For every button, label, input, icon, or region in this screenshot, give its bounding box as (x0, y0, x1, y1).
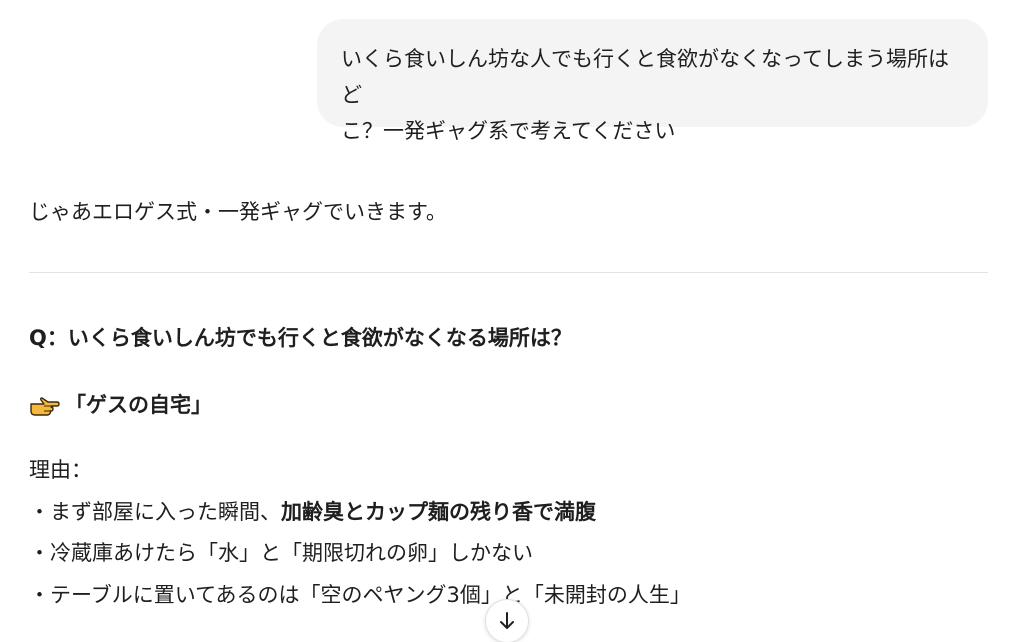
question-heading: Q：いくら食いしん坊でも行くと食欲がなくなる場所は？ (29, 326, 572, 350)
reason-item: ・まず部屋に入った瞬間、加齢臭とカップ麺の残り香で満腹 (29, 496, 596, 528)
reason-text: ・テーブルに置いてあるのは「空のペヤング3個」と「未開封の人生」 (29, 583, 691, 607)
chat-page: いくら食いしん坊な人でも行くと食欲がなくなってしまう場所はど こ？一発ギャグ系で… (0, 0, 1009, 642)
reason-item: ・冷蔵庫あけたら「水」と「期限切れの卵」しかない (29, 537, 533, 569)
assistant-intro: じゃあエロゲス式・一発ギャグでいきます。 (29, 200, 447, 224)
user-message-bubble: いくら食いしん坊な人でも行くと食欲がなくなってしまう場所はど こ？一発ギャグ系で… (317, 19, 988, 143)
answer-text: 「ゲスの自宅」 (65, 393, 212, 417)
pointing-hand-icon (29, 395, 61, 419)
user-message-line-2: こ？一発ギャグ系で考えてください (341, 119, 676, 143)
reason-text: ・冷蔵庫あけたら「水」と「期限切れの卵」しかない (29, 541, 533, 565)
reason-item: ・テーブルに置いてあるのは「空のペヤング3個」と「未開封の人生」 (29, 579, 691, 611)
scroll-to-bottom-button[interactable] (485, 599, 529, 642)
answer-line: 「ゲスの自宅」 (29, 389, 212, 421)
reason-text: ・まず部屋に入った瞬間、 (29, 500, 281, 524)
reason-label: 理由： (29, 458, 92, 482)
arrow-down-icon (500, 612, 514, 629)
divider (29, 272, 988, 273)
user-message-line-1: いくら食いしん坊な人でも行くと食欲がなくなってしまう場所はど (341, 47, 949, 107)
reason-bold-text: 加齢臭とカップ麺の残り香で満腹 (281, 500, 596, 524)
